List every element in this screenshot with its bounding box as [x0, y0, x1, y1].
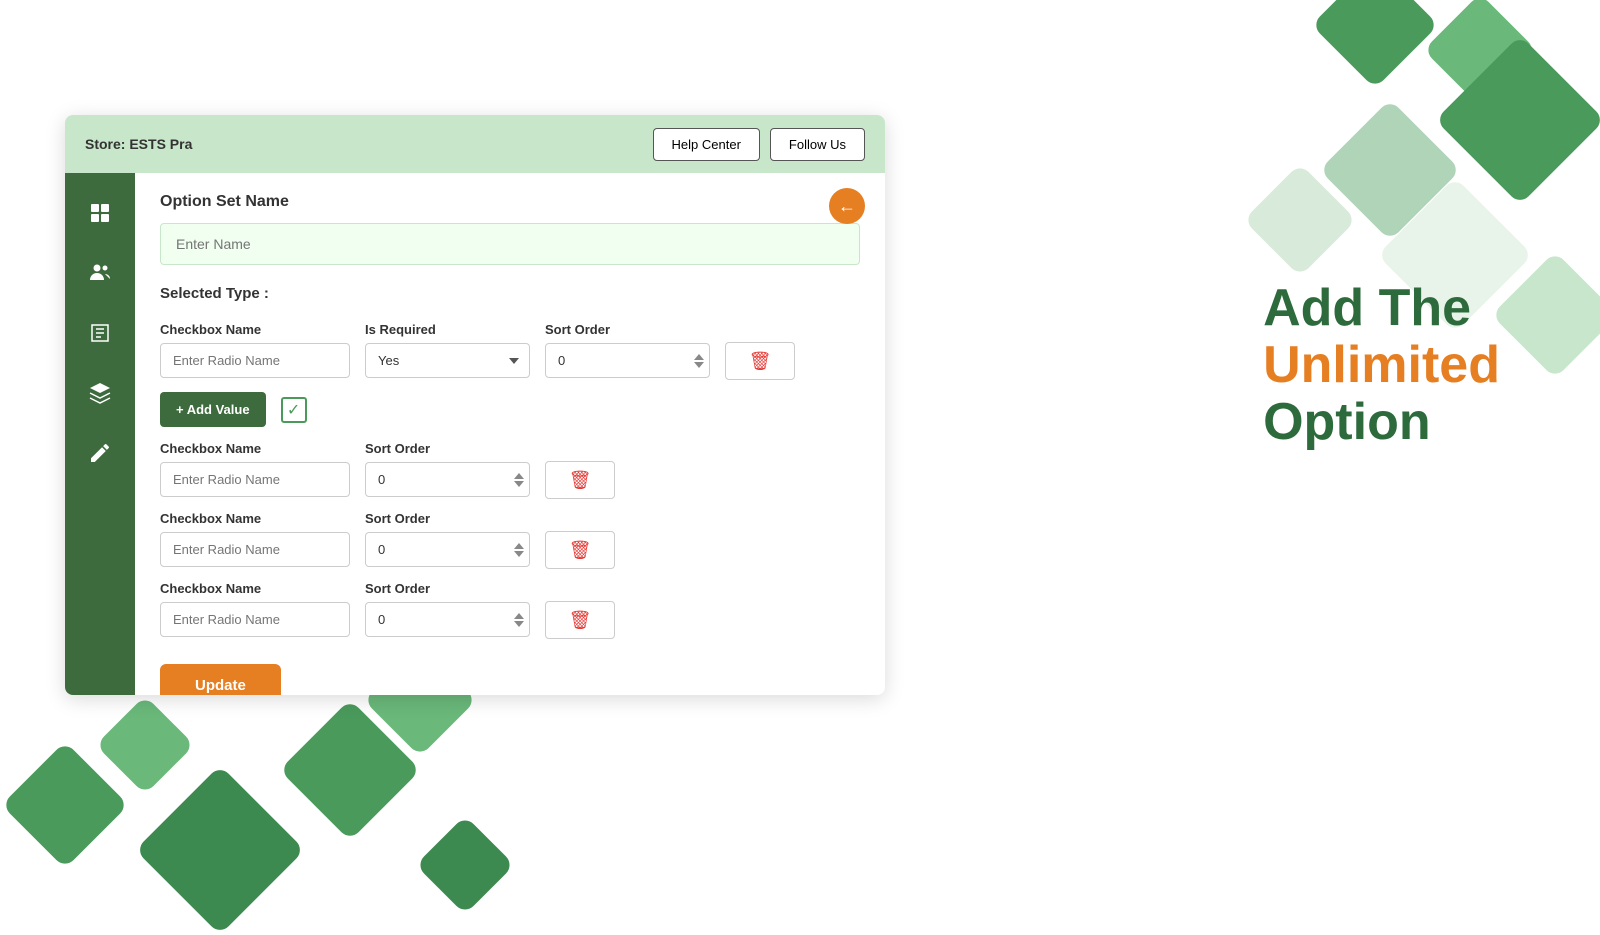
first-form-row: Checkbox Name Is Required Yes No Sort Or… — [160, 320, 860, 380]
cb-sort-label-2: Sort Order — [365, 511, 530, 526]
cb-sort-label-1: Sort Order — [365, 441, 530, 456]
cb-sort-label-3: Sort Order — [365, 581, 530, 596]
sidebar-item-users[interactable] — [75, 248, 125, 298]
cb-sort-col-1: Sort Order — [365, 441, 530, 497]
follow-us-button[interactable]: Follow Us — [770, 128, 865, 161]
is-required-select[interactable]: Yes No — [365, 343, 530, 378]
delete-button-1[interactable]: 🗑 — [725, 342, 795, 380]
promo-section: Add The Unlimited Option — [1263, 280, 1500, 452]
cb-delete-btn-3[interactable]: 🗑 — [545, 601, 615, 639]
option-set-name-input[interactable] — [160, 223, 860, 265]
cb-name-col-2: Checkbox Name — [160, 511, 350, 567]
cb-sort-down-1[interactable] — [514, 481, 524, 487]
checkbox-row-3: Checkbox Name Sort Order 🗑 — [160, 579, 860, 639]
cb-delete-col-2: 🗑 — [545, 509, 625, 569]
orders-icon — [88, 441, 112, 465]
sort-order-input[interactable] — [545, 343, 710, 378]
sort-input-wrap — [545, 343, 710, 378]
add-value-button[interactable]: + Add Value — [160, 392, 266, 427]
main-content: ← Option Set Name Selected Type : Checkb… — [135, 173, 885, 695]
cb-name-label-2: Checkbox Name — [160, 511, 350, 526]
catalog-icon — [88, 321, 112, 345]
selected-type-label: Selected Type : — [160, 285, 860, 302]
cb-sort-input-3[interactable] — [365, 602, 530, 637]
cb-sort-input-1[interactable] — [365, 462, 530, 497]
promo-line3: Option — [1263, 394, 1500, 451]
sidebar — [65, 173, 135, 695]
cb-delete-col-3: 🗑 — [545, 579, 625, 639]
cb-sort-down-3[interactable] — [514, 621, 524, 627]
update-button[interactable]: Update — [160, 664, 281, 695]
cb-sort-col-2: Sort Order — [365, 511, 530, 567]
option-set-name-label: Option Set Name — [160, 193, 860, 211]
back-button[interactable]: ← — [829, 188, 865, 224]
cb-sort-arrows-2 — [514, 543, 524, 557]
cb-sort-up-1[interactable] — [514, 473, 524, 479]
col-delete-1: 🗑 — [725, 320, 805, 380]
cb-name-label-3: Checkbox Name — [160, 581, 350, 596]
sort-up-arrow[interactable] — [694, 354, 704, 360]
cb-name-col-3: Checkbox Name — [160, 581, 350, 637]
checkbox-name-input[interactable] — [160, 343, 350, 378]
cb-name-label-1: Checkbox Name — [160, 441, 350, 456]
col-checkbox-name: Checkbox Name — [160, 322, 350, 378]
store-label: Store: ESTS Pra — [85, 136, 192, 152]
cb-name-input-2[interactable] — [160, 532, 350, 567]
products-icon — [88, 381, 112, 405]
checkbox-row-1: Checkbox Name Sort Order 🗑 — [160, 439, 860, 499]
sort-order-label: Sort Order — [545, 322, 710, 337]
store-name: ESTS Pra — [129, 136, 192, 152]
checkbox-name-label: Checkbox Name — [160, 322, 350, 337]
cb-sort-down-2[interactable] — [514, 551, 524, 557]
sort-arrows — [694, 354, 704, 368]
dashboard-icon — [88, 201, 112, 225]
app-window: Store: ESTS Pra Help Center Follow Us — [65, 115, 885, 695]
is-required-label: Is Required — [365, 322, 530, 337]
cb-sort-col-3: Sort Order — [365, 581, 530, 637]
users-icon — [88, 261, 112, 285]
sort-down-arrow[interactable] — [694, 362, 704, 368]
cb-delete-btn-2[interactable]: 🗑 — [545, 531, 615, 569]
sidebar-item-orders[interactable] — [75, 428, 125, 478]
cb-sort-up-3[interactable] — [514, 613, 524, 619]
app-header: Store: ESTS Pra Help Center Follow Us — [65, 115, 885, 173]
help-center-button[interactable]: Help Center — [653, 128, 760, 161]
cb-delete-col-1: 🗑 — [545, 439, 625, 499]
cb-sort-arrows-3 — [514, 613, 524, 627]
add-value-row: + Add Value ✓ — [160, 392, 860, 427]
promo-line1: Add The — [1263, 280, 1500, 337]
checkbox-check[interactable]: ✓ — [281, 397, 307, 423]
sidebar-item-catalog[interactable] — [75, 308, 125, 358]
cb-sort-input-2[interactable] — [365, 532, 530, 567]
cb-name-input-1[interactable] — [160, 462, 350, 497]
checkbox-row-2: Checkbox Name Sort Order 🗑 — [160, 509, 860, 569]
promo-line2: Unlimited — [1263, 337, 1500, 394]
cb-sort-up-2[interactable] — [514, 543, 524, 549]
col-sort-order: Sort Order — [545, 322, 710, 378]
cb-sort-wrap-1 — [365, 462, 530, 497]
col-is-required: Is Required Yes No — [365, 322, 530, 378]
cb-sort-wrap-2 — [365, 532, 530, 567]
sidebar-item-products[interactable] — [75, 368, 125, 418]
cb-delete-btn-1[interactable]: 🗑 — [545, 461, 615, 499]
cb-sort-wrap-3 — [365, 602, 530, 637]
cb-name-col-1: Checkbox Name — [160, 441, 350, 497]
cb-name-input-3[interactable] — [160, 602, 350, 637]
cb-sort-arrows-1 — [514, 473, 524, 487]
sidebar-item-dashboard[interactable] — [75, 188, 125, 238]
header-buttons: Help Center Follow Us — [653, 128, 865, 161]
